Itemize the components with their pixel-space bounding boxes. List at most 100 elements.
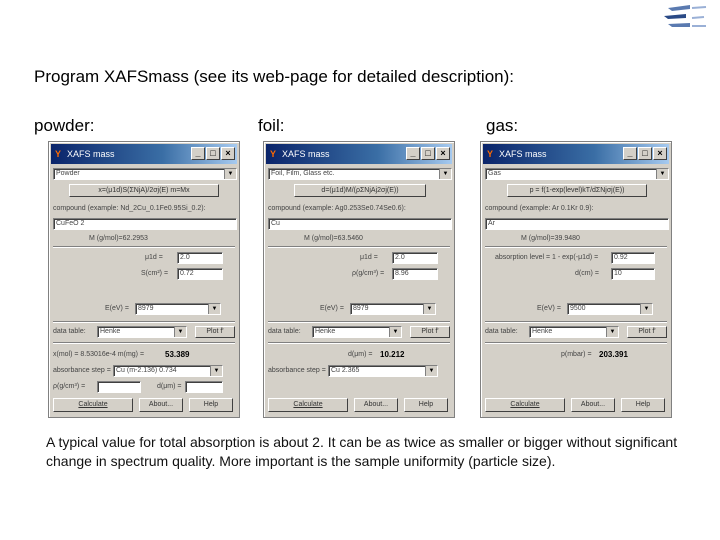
window-title: XAFS mass <box>282 149 330 159</box>
help-button[interactable]: Help <box>621 398 665 412</box>
separator <box>53 342 235 344</box>
thickness-input[interactable] <box>185 381 223 393</box>
label-gas: gas: <box>486 116 519 135</box>
molar-mass-text: M (g/mol)=63.5460 <box>304 235 363 242</box>
maximize-button[interactable]: □ <box>206 147 220 160</box>
compound-input[interactable]: Cu <box>268 218 452 230</box>
data-table-label: data table: <box>485 328 518 335</box>
absorbance-label: absorbance step = <box>268 367 326 374</box>
absorption-level-label: absorption level = 1 - exp(-μ1d) = <box>495 254 599 261</box>
result-label: d(μm) = <box>348 351 373 358</box>
chevron-down-icon[interactable]: ▼ <box>208 304 220 314</box>
close-button[interactable]: × <box>221 147 235 160</box>
density-label: ρ(g/cm³) = <box>352 270 385 277</box>
xafsmass-window-gas: Y XAFS mass _ □ × Gas ▼ p = f(1-exp(leve… <box>480 141 672 418</box>
close-button[interactable]: × <box>653 147 667 160</box>
molar-mass-text: M (g/mol)=62.2953 <box>89 235 148 242</box>
energy-select[interactable]: 8979 ▼ <box>135 303 221 315</box>
separator <box>53 246 235 248</box>
data-table-value: Henke <box>100 328 121 335</box>
minimize-button[interactable]: _ <box>623 147 637 160</box>
chevron-down-icon[interactable]: ▼ <box>389 327 401 337</box>
thickness-label: d(μm) = <box>157 383 182 390</box>
molar-mass-text: M (g/mol)=39.9480 <box>521 235 580 242</box>
maximize-button[interactable]: □ <box>421 147 435 160</box>
data-table-value: Henke <box>532 328 553 335</box>
length-input[interactable]: 10 <box>611 268 655 280</box>
window-title: XAFS mass <box>499 149 547 159</box>
result-value: 10.212 <box>380 350 405 359</box>
mu-d-input[interactable]: 2.0 <box>177 252 223 264</box>
energy-select[interactable]: 9500 ▼ <box>567 303 653 315</box>
about-button[interactable]: About... <box>354 398 398 412</box>
energy-value: 9500 <box>570 305 586 312</box>
absorbance-label: absorbance step = <box>53 367 111 374</box>
calculate-button[interactable]: Calculate <box>485 398 565 412</box>
absorbance-value: Cu 2.365 <box>331 367 360 374</box>
separator <box>268 246 450 248</box>
title-bar[interactable]: Y XAFS mass _ □ × <box>266 144 452 164</box>
formula-button[interactable]: p = f(1-exp(level)kT/dΣNjσj(E)) <box>507 184 647 197</box>
minimize-button[interactable]: _ <box>191 147 205 160</box>
chevron-down-icon[interactable]: ▼ <box>606 327 618 337</box>
app-icon: Y <box>270 149 277 159</box>
compound-input[interactable]: Ar <box>485 218 669 230</box>
density-label: ρ(g/cm³) = <box>53 383 86 390</box>
density-input[interactable] <box>97 381 141 393</box>
chevron-down-icon[interactable]: ▼ <box>439 169 451 179</box>
calculate-button[interactable]: Calculate <box>268 398 348 412</box>
formula-button[interactable]: d=(μ1d)M/(ρΣNjAj2σj(E)) <box>294 184 426 197</box>
sample-type-value: Powder <box>56 170 80 177</box>
result-label: x(mol) = 8.53016e-4 m(mg) = <box>53 351 145 358</box>
chevron-down-icon[interactable]: ▼ <box>423 304 435 314</box>
about-button[interactable]: About... <box>571 398 615 412</box>
chevron-down-icon[interactable]: ▼ <box>656 169 668 179</box>
result-value: 203.391 <box>599 350 628 359</box>
chevron-down-icon[interactable]: ▼ <box>640 304 652 314</box>
data-table-select[interactable]: Henke ▼ <box>529 326 619 338</box>
sample-type-value: Gas <box>488 170 501 177</box>
chevron-down-icon[interactable]: ▼ <box>224 169 236 179</box>
data-table-label: data table: <box>268 328 301 335</box>
absorbance-select[interactable]: Cu (m-2.136) 0.734 ▼ <box>113 365 223 377</box>
window-title: XAFS mass <box>67 149 115 159</box>
plot-button[interactable]: Plot f' <box>195 326 235 338</box>
sample-type-select[interactable]: Foil, Film, Glass etc. ▼ <box>268 168 452 180</box>
data-table-select[interactable]: Henke ▼ <box>312 326 402 338</box>
minimize-button[interactable]: _ <box>406 147 420 160</box>
chevron-down-icon[interactable]: ▼ <box>210 366 222 376</box>
plot-button[interactable]: Plot f' <box>410 326 450 338</box>
institute-logo <box>664 5 707 27</box>
chevron-down-icon[interactable]: ▼ <box>425 366 437 376</box>
absorbance-select[interactable]: Cu 2.365 ▼ <box>328 365 438 377</box>
calculate-button[interactable]: Calculate <box>53 398 133 412</box>
separator <box>485 321 667 323</box>
sample-type-select[interactable]: Gas ▼ <box>485 168 669 180</box>
about-button[interactable]: About... <box>139 398 183 412</box>
area-input[interactable]: 0.72 <box>177 268 223 280</box>
compound-input[interactable]: CuFeO 2 <box>53 218 237 230</box>
sample-type-select[interactable]: Powder ▼ <box>53 168 237 180</box>
help-button[interactable]: Help <box>189 398 233 412</box>
separator <box>268 321 450 323</box>
mu-d-input[interactable]: 2.0 <box>392 252 438 264</box>
result-value: 53.389 <box>165 350 190 359</box>
compound-label: compound (example: Ag0.253Se0.74Se0.6): <box>268 205 406 212</box>
plot-button[interactable]: Plot f' <box>627 326 667 338</box>
absorption-level-input[interactable]: 0.92 <box>611 252 655 264</box>
density-input[interactable]: 8.96 <box>392 268 438 280</box>
mu-d-label: μ1d = <box>145 254 163 261</box>
app-icon: Y <box>55 149 62 159</box>
energy-select[interactable]: 8979 ▼ <box>350 303 436 315</box>
close-button[interactable]: × <box>436 147 450 160</box>
help-button[interactable]: Help <box>404 398 448 412</box>
energy-label: E(eV) = <box>320 305 344 312</box>
title-bar[interactable]: Y XAFS mass _ □ × <box>483 144 669 164</box>
xafsmass-window-foil: Y XAFS mass _ □ × Foil, Film, Glass etc.… <box>263 141 455 418</box>
title-bar[interactable]: Y XAFS mass _ □ × <box>51 144 237 164</box>
formula-button[interactable]: x=(μ1d)S(ΣNjA)/2σj(E) m=Mx <box>69 184 219 197</box>
data-table-select[interactable]: Henke ▼ <box>97 326 187 338</box>
energy-label: E(eV) = <box>537 305 561 312</box>
maximize-button[interactable]: □ <box>638 147 652 160</box>
chevron-down-icon[interactable]: ▼ <box>174 327 186 337</box>
